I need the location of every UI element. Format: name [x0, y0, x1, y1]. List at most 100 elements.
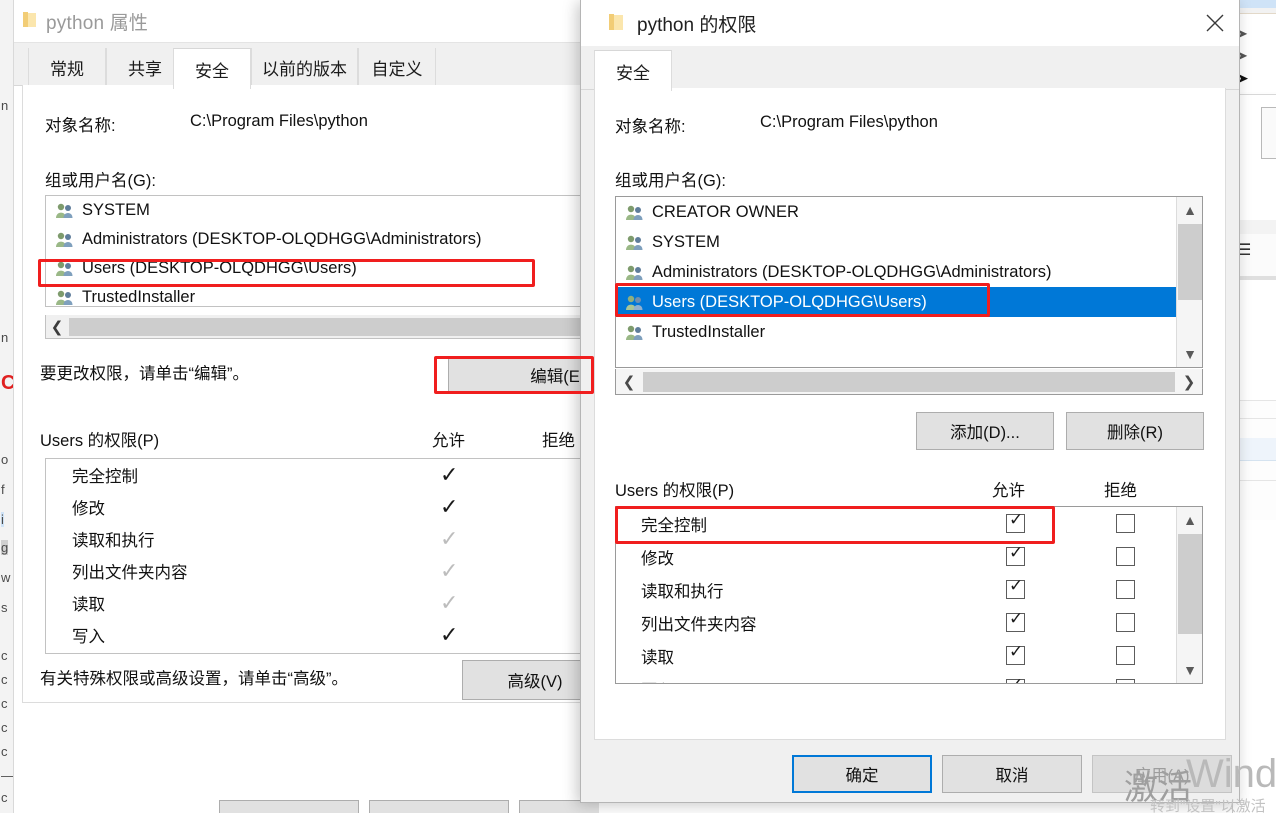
- properties-ok-button[interactable]: [219, 800, 359, 813]
- group-users-icon: [626, 325, 643, 340]
- permissions-tab-strip: 安全: [581, 46, 1239, 91]
- background-group-list[interactable]: SYSTEM Administrators (DESKTOP-OLQDHGG\A…: [45, 195, 599, 307]
- advanced-button[interactable]: 高级(V): [462, 660, 599, 700]
- scroll-left-icon[interactable]: ❮: [46, 316, 68, 338]
- scroll-down-icon[interactable]: ▼: [1177, 341, 1202, 367]
- list-item[interactable]: Users (DESKTOP-OLQDHGG\Users): [46, 254, 599, 283]
- permission-name: 修改: [72, 500, 105, 518]
- background-permissions-table[interactable]: 完全控制 ✓ 修改 ✓ 读取和执行 ✓ 列出文件夹内容 ✓ 读取 ✓ 写入 ✓: [45, 458, 599, 654]
- edit-hint-text: 要更改权限，请单击“编辑”。: [40, 365, 249, 383]
- table-row[interactable]: 修改 ✓: [46, 491, 599, 523]
- python-properties-window: python 属性 常规 共享 安全 以前的版本 自定义 对象名称: C:\Pr…: [14, 0, 599, 813]
- group-users-icon: [56, 232, 73, 247]
- tab-security-permissions[interactable]: 安全: [594, 50, 672, 91]
- deny-checkbox[interactable]: [1116, 514, 1135, 533]
- background-window-left-sliver: n n C o f i g w s c c c c c — c: [0, 0, 14, 813]
- allow-checkbox[interactable]: ✓: [1006, 675, 1025, 683]
- advanced-hint-text: 有关特殊权限或高级设置，请单击“高级”。: [40, 670, 348, 688]
- list-item-label: Administrators (DESKTOP-OLQDHGG\Administ…: [82, 230, 482, 248]
- list-item-selected[interactable]: Users (DESKTOP-OLQDHGG\Users): [616, 287, 1178, 317]
- deny-checkbox[interactable]: [1116, 547, 1135, 566]
- permission-name: 修改: [641, 550, 674, 568]
- table-row[interactable]: 完全控制 ✓: [616, 507, 1202, 540]
- group-users-icon: [626, 205, 643, 220]
- group-users-icon: [56, 290, 73, 305]
- table-row[interactable]: 写入 ✓: [616, 672, 1202, 683]
- list-item[interactable]: SYSTEM: [616, 227, 1178, 257]
- cancel-button[interactable]: 取消: [942, 755, 1082, 793]
- deny-checkbox[interactable]: [1116, 646, 1135, 665]
- deny-column-header: 拒绝: [542, 432, 575, 450]
- table-row[interactable]: 写入 ✓: [46, 619, 599, 651]
- table-row[interactable]: 读取 ✓: [46, 587, 599, 619]
- allow-checkbox[interactable]: ✓: [1006, 576, 1025, 599]
- object-name-label: 对象名称:: [45, 117, 116, 135]
- list-item-label: CREATOR OWNER: [652, 202, 799, 221]
- group-list-hscrollbar[interactable]: ❮ ❯: [615, 369, 1203, 395]
- table-row[interactable]: 读取和执行 ✓: [46, 523, 599, 555]
- deny-column-header: 拒绝: [1104, 482, 1137, 500]
- table-row[interactable]: 读取 ✓: [616, 639, 1202, 672]
- table-row[interactable]: 修改 ✓: [616, 540, 1202, 573]
- apply-button[interactable]: 应用(A): [1092, 755, 1232, 793]
- permissions-title-bar: python 的权限: [581, 0, 1239, 46]
- tab-security[interactable]: 安全: [173, 48, 251, 89]
- scroll-right-icon[interactable]: ❯: [1176, 370, 1202, 394]
- hscroll-thumb[interactable]: [643, 371, 1175, 392]
- group-list-vscrollbar[interactable]: ▲ ▼: [1176, 197, 1202, 367]
- list-item[interactable]: TrustedInstaller: [46, 283, 599, 306]
- allow-checkbox[interactable]: ✓: [1006, 543, 1025, 566]
- group-users-icon: [626, 265, 643, 280]
- edit-button[interactable]: 编辑(E)...: [448, 356, 599, 394]
- list-item[interactable]: Administrators (DESKTOP-OLQDHGG\Administ…: [616, 257, 1178, 287]
- properties-tab-strip: 常规 共享 安全 以前的版本 自定义: [14, 42, 599, 89]
- list-item[interactable]: SYSTEM: [46, 196, 599, 225]
- scroll-left-icon[interactable]: ❮: [616, 370, 642, 394]
- table-row[interactable]: 完全控制 ✓: [46, 459, 599, 491]
- permission-name: 写入: [641, 677, 674, 683]
- tab-previous-versions[interactable]: 以前的版本: [251, 48, 358, 87]
- group-or-user-names-label: 组或用户名(G):: [615, 172, 726, 190]
- ok-button[interactable]: 确定: [792, 755, 932, 793]
- allow-checkbox[interactable]: ✓: [1006, 642, 1025, 665]
- allow-check-icon: ✓: [440, 590, 459, 615]
- list-item-label: TrustedInstaller: [82, 288, 196, 306]
- scroll-up-icon[interactable]: ▲: [1177, 507, 1202, 533]
- allow-checkbox[interactable]: ✓: [1006, 609, 1025, 632]
- permission-name: 完全控制: [641, 517, 707, 535]
- vscroll-thumb[interactable]: [1178, 534, 1202, 634]
- properties-cancel-button[interactable]: [369, 800, 509, 813]
- list-item[interactable]: CREATOR OWNER: [616, 197, 1178, 227]
- background-group-list-hscrollbar[interactable]: ❮: [45, 315, 599, 339]
- permissions-group-list[interactable]: CREATOR OWNER SYSTEM Administrators (DES…: [615, 196, 1203, 368]
- list-item-label: Users (DESKTOP-OLQDHGG\Users): [652, 292, 927, 311]
- table-row[interactable]: 列出文件夹内容 ✓: [616, 606, 1202, 639]
- permissions-table-vscrollbar[interactable]: ▲ ▼: [1176, 507, 1202, 683]
- scroll-up-icon[interactable]: ▲: [1177, 197, 1202, 223]
- allow-checkbox[interactable]: ✓: [1006, 510, 1025, 533]
- properties-title-bar: python 属性: [14, 0, 599, 42]
- screen-root: n n C o f i g w s c c c c c — c python 属…: [0, 0, 1276, 813]
- table-row[interactable]: 列出文件夹内容 ✓: [46, 555, 599, 587]
- group-users-icon: [626, 235, 643, 250]
- object-name-value: C:\Program Files\python: [190, 112, 368, 130]
- remove-button[interactable]: 删除(R): [1066, 412, 1204, 450]
- allow-check-icon: ✓: [440, 558, 459, 583]
- deny-checkbox[interactable]: [1116, 679, 1135, 683]
- group-users-icon: [626, 295, 643, 310]
- scroll-down-icon[interactable]: ▼: [1177, 657, 1202, 683]
- add-button[interactable]: 添加(D)...: [916, 412, 1054, 450]
- permissions-table[interactable]: 完全控制 ✓ 修改 ✓ 读取和执行 ✓ 列出文件夹内容 ✓ 读取 ✓ ▲ ▼: [615, 506, 1203, 684]
- deny-checkbox[interactable]: [1116, 580, 1135, 599]
- vscroll-thumb[interactable]: [1178, 224, 1202, 300]
- allow-column-header: 允许: [992, 482, 1025, 500]
- deny-checkbox[interactable]: [1116, 613, 1135, 632]
- tab-general[interactable]: 常规: [28, 48, 106, 87]
- close-icon[interactable]: [1191, 0, 1239, 46]
- permission-name: 完全控制: [72, 468, 138, 486]
- list-item[interactable]: TrustedInstaller: [616, 317, 1178, 347]
- list-item[interactable]: Administrators (DESKTOP-OLQDHGG\Administ…: [46, 225, 599, 254]
- tab-customize[interactable]: 自定义: [358, 48, 436, 87]
- table-row[interactable]: 读取和执行 ✓: [616, 573, 1202, 606]
- hscroll-thumb[interactable]: [69, 317, 599, 336]
